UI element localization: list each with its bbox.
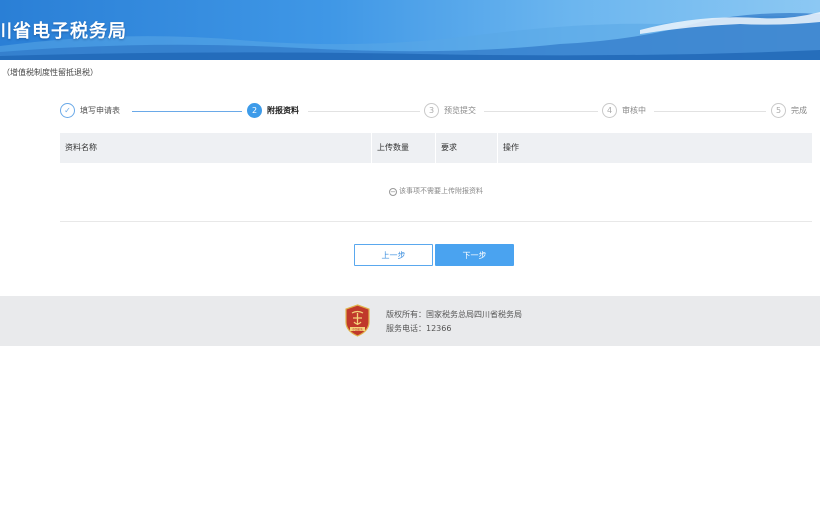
page-footer: 中国税务 版权所有：国家税务总局四川省税务局 服务电话：12366 — [0, 296, 820, 346]
check-icon: ✓ — [60, 103, 75, 118]
column-header-name: 资料名称 — [65, 143, 97, 152]
step-connector — [132, 111, 242, 112]
step-label: 附报资料 — [267, 106, 299, 115]
progress-stepper: ✓ 填写申请表 2 附报资料 3 预览提交 4 审核中 5 完成 — [60, 103, 812, 121]
tax-emblem-icon: 中国税务 — [345, 304, 370, 337]
step-label: 预览提交 — [444, 106, 476, 115]
step-connector — [484, 111, 598, 112]
column-header-count: 上传数量 — [377, 143, 409, 152]
next-step-button[interactable]: 下一步 — [435, 244, 514, 266]
step-number: 5 — [771, 103, 786, 118]
column-header-action: 操作 — [503, 143, 519, 152]
page-title: 川省电子税务局 — [0, 21, 127, 42]
attachments-table-header: 资料名称 上传数量 要求 操作 — [60, 133, 812, 163]
step-complete: 5 完成 — [771, 103, 807, 118]
step-preview: 3 预览提交 — [424, 103, 476, 118]
business-subtitle: （增值税制度性留抵退税） — [2, 68, 98, 77]
service-phone: 服务电话：12366 — [386, 324, 452, 333]
step-connector — [654, 111, 766, 112]
step-number: 4 — [602, 103, 617, 118]
prev-step-button[interactable]: 上一步 — [354, 244, 433, 266]
empty-state-text: 该事项不需要上传附报资料 — [399, 187, 483, 195]
step-review: 4 审核中 — [602, 103, 646, 118]
minus-circle-icon: − — [389, 188, 397, 196]
empty-state: − 该事项不需要上传附报资料 — [60, 186, 812, 196]
step-attachments: 2 附报资料 — [247, 103, 299, 118]
copyright-text: 版权所有：国家税务总局四川省税务局 — [386, 310, 522, 319]
column-header-requirement: 要求 — [441, 143, 457, 152]
section-divider — [60, 221, 812, 222]
header-banner: 川省电子税务局 — [0, 0, 820, 60]
step-label: 完成 — [791, 106, 807, 115]
footer-info: 版权所有：国家税务总局四川省税务局 服务电话：12366 — [386, 308, 522, 336]
step-label: 填写申请表 — [80, 106, 120, 115]
emblem-text: 中国税务 — [352, 327, 363, 331]
step-fill-form: ✓ 填写申请表 — [60, 103, 120, 118]
step-connector — [308, 111, 420, 112]
step-label: 审核中 — [622, 106, 646, 115]
step-number: 3 — [424, 103, 439, 118]
step-number: 2 — [247, 103, 262, 118]
